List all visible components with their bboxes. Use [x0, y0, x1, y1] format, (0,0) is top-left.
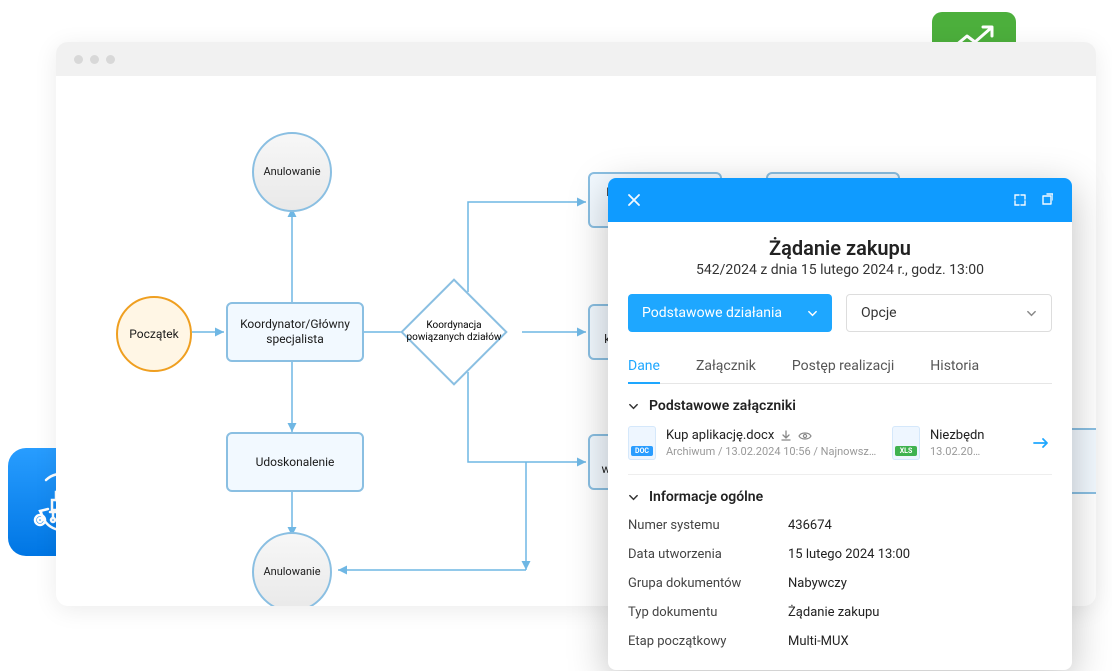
info-grid: Numer systemu436674 Data utworzenia15 lu…: [628, 511, 1052, 656]
info-row: Typ dokumentuŻądanie zakupu: [628, 598, 1052, 627]
info-label: Etap początkowy: [628, 634, 788, 649]
attachment-meta-2: 13.02.20…: [930, 445, 1020, 458]
tab-dane[interactable]: Dane: [628, 350, 660, 384]
close-icon[interactable]: [626, 192, 642, 208]
doc-file-icon: DOC: [628, 426, 656, 460]
attachment-name-2: Niezbędn: [930, 428, 1020, 443]
panel-body: Żądanie zakupu 542/2024 z dnia 15 lutego…: [608, 222, 1072, 670]
section-info: Informacje ogólne Numer systemu436674 Da…: [628, 475, 1052, 670]
flow-node-start[interactable]: Początek: [116, 296, 192, 372]
arrow-right-icon[interactable]: [1030, 436, 1052, 450]
tab-postep[interactable]: Postęp realizacji: [792, 350, 894, 383]
download-icon[interactable]: [780, 430, 792, 442]
window-dot: [90, 55, 99, 64]
section-info-header[interactable]: Informacje ogólne: [628, 489, 1052, 505]
expand-icon[interactable]: [1012, 192, 1028, 208]
tab-zalacznik[interactable]: Załącznik: [696, 350, 756, 383]
info-label: Numer systemu: [628, 518, 788, 533]
attachment-meta: Archiwum / 13.02.2024 10:56 / Najnowsza …: [666, 445, 882, 458]
info-row: Grupa dokumentówNabywczy: [628, 569, 1052, 598]
info-label: Data utworzenia: [628, 547, 788, 562]
attachment-name: Kup aplikację.docx: [666, 428, 882, 443]
attachment-row: DOC Kup aplikację.docx Archiwum / 13.02.…: [628, 426, 1052, 460]
panel-tabs: Dane Załącznik Postęp realizacji Histori…: [628, 350, 1052, 384]
xls-file-icon: XLS: [892, 426, 920, 460]
info-label: Typ dokumentu: [628, 605, 788, 620]
section-info-title: Informacje ogólne: [649, 489, 763, 505]
chevron-down-icon: [628, 492, 639, 503]
panel-title: Żądanie zakupu: [628, 236, 1052, 260]
flow-node-improve[interactable]: Udoskonalenie: [226, 432, 364, 492]
primary-actions-dropdown[interactable]: Podstawowe działania: [628, 294, 832, 332]
info-row: Numer systemu436674: [628, 511, 1052, 540]
info-value: 436674: [788, 518, 832, 533]
window-dot: [74, 55, 83, 64]
info-value: Multi-MUX: [788, 634, 849, 649]
attachment-side[interactable]: Niezbędn 13.02.20…: [930, 428, 1020, 458]
info-row: Etap początkowyMulti-MUX: [628, 627, 1052, 656]
flow-decision-label: Koordynacja powiązanych działów: [398, 276, 510, 388]
section-attachments-title: Podstawowe załączniki: [649, 398, 796, 414]
info-label: Grupa dokumentów: [628, 576, 788, 591]
chevron-down-icon: [628, 401, 639, 412]
detail-panel: Żądanie zakupu 542/2024 z dnia 15 lutego…: [608, 178, 1072, 670]
popout-icon[interactable]: [1038, 192, 1054, 208]
flow-node-decision[interactable]: Koordynacja powiązanych działów: [416, 294, 492, 370]
window-dot: [106, 55, 115, 64]
panel-actions: Podstawowe działania Opcje: [628, 294, 1052, 332]
chevron-down-icon: [807, 308, 818, 319]
attachment-main[interactable]: Kup aplikację.docx Archiwum / 13.02.2024…: [666, 428, 882, 458]
flow-node-cancel2[interactable]: Anulowanie: [252, 532, 332, 606]
options-dropdown[interactable]: Opcje: [846, 294, 1052, 332]
section-attachments: Podstawowe załączniki DOC Kup aplikację.…: [628, 384, 1052, 475]
options-label: Opcje: [861, 305, 897, 321]
info-value: 15 lutego 2024 13:00: [788, 547, 910, 562]
tab-historia[interactable]: Historia: [930, 350, 979, 383]
primary-actions-label: Podstawowe działania: [642, 305, 782, 321]
section-attachments-header[interactable]: Podstawowe załączniki: [628, 398, 1052, 414]
eye-icon[interactable]: [798, 430, 812, 442]
info-row: Data utworzenia15 lutego 2024 13:00: [628, 540, 1052, 569]
panel-subtitle: 542/2024 z dnia 15 lutego 2024 r., godz.…: [628, 262, 1052, 278]
info-value: Nabywczy: [788, 576, 847, 591]
browser-titlebar: [56, 42, 1096, 76]
chevron-down-icon: [1026, 308, 1037, 319]
info-value: Żądanie zakupu: [788, 605, 879, 620]
flow-node-cancel[interactable]: Anulowanie: [252, 132, 332, 212]
flow-node-coordinator[interactable]: Koordynator/Główny specjalista: [226, 302, 364, 362]
panel-header: [608, 178, 1072, 222]
